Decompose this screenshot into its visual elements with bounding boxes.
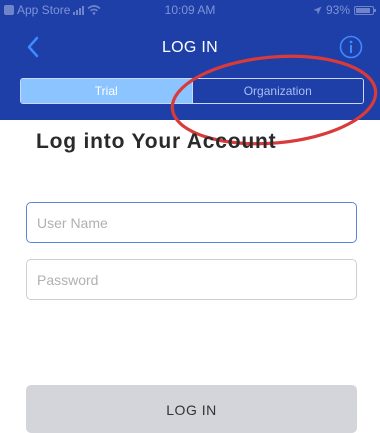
nav-bar: LOG IN [0, 30, 380, 66]
page-heading: Log into Your Account [36, 130, 277, 153]
battery-percent: 93% [325, 3, 350, 17]
login-button[interactable]: LOG IN [26, 385, 357, 433]
username-input[interactable] [26, 202, 357, 243]
tab-trial[interactable]: Trial [21, 79, 192, 103]
header: App Store 10:09 AM 93% LOG IN Trial Orga… [0, 0, 380, 120]
password-input[interactable] [26, 259, 357, 300]
battery-icon [354, 5, 376, 15]
location-arrow-icon [313, 5, 322, 15]
account-type-tabs: Trial Organization [20, 78, 364, 104]
status-bar: App Store 10:09 AM 93% [0, 0, 380, 20]
info-circle-icon[interactable] [338, 34, 364, 60]
page-title: LOG IN [161, 39, 219, 56]
tab-organization[interactable]: Organization [191, 79, 363, 103]
